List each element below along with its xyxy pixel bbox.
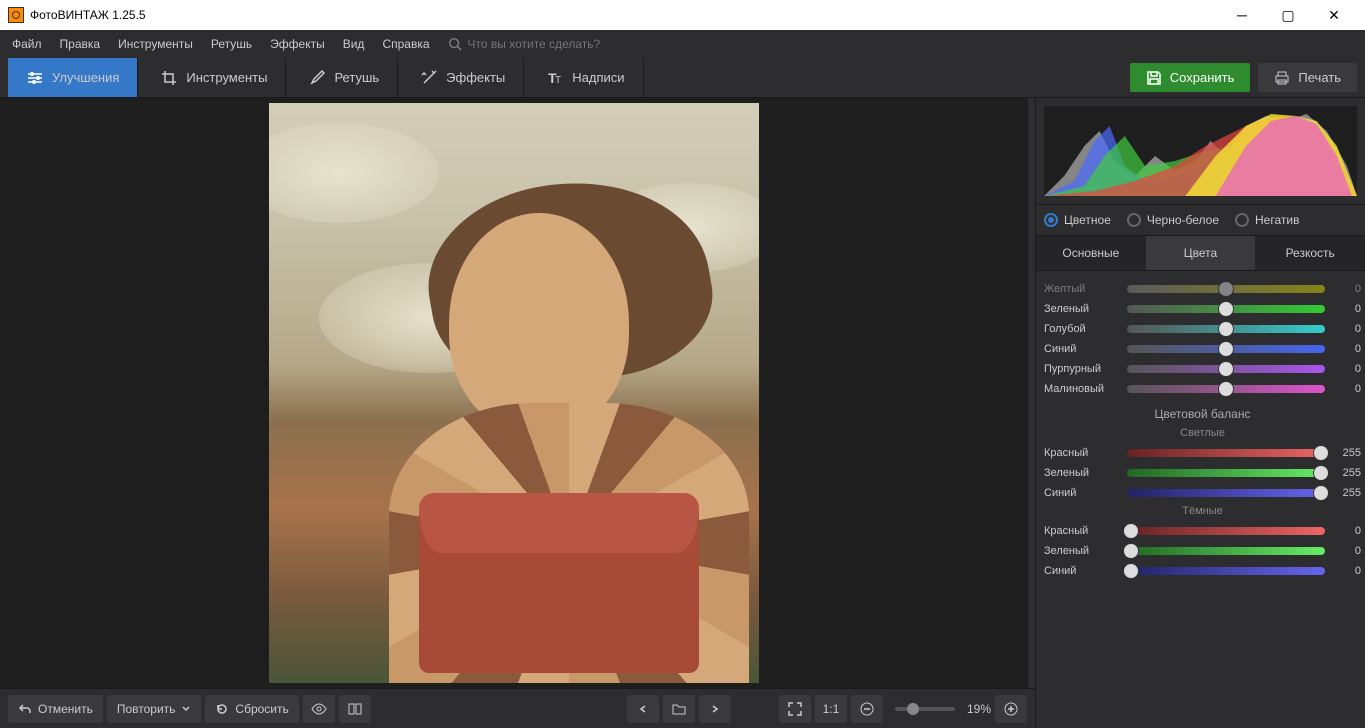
preview-toggle-button[interactable] (303, 695, 335, 723)
slider-highlights-red[interactable] (1127, 449, 1325, 457)
minimize-button[interactable]: ─ (1219, 0, 1265, 30)
slider-cyan[interactable] (1127, 325, 1325, 333)
save-button[interactable]: Сохранить (1130, 63, 1251, 92)
fit-screen-button[interactable] (779, 695, 811, 723)
sliders-container: Желтый0 Зеленый0 Голубой0 Синий0 Пурпурн… (1036, 271, 1365, 728)
search-icon (448, 37, 462, 51)
slider-shadows-red[interactable] (1127, 527, 1325, 535)
open-folder-button[interactable] (663, 695, 695, 723)
command-search-input[interactable] (468, 37, 668, 51)
chevron-right-icon (710, 704, 720, 714)
menubar: Файл Правка Инструменты Ретушь Эффекты В… (0, 30, 1365, 58)
slider-purple[interactable] (1127, 365, 1325, 373)
save-icon (1146, 70, 1162, 86)
eye-icon (311, 701, 327, 717)
menu-view[interactable]: Вид (335, 33, 373, 55)
compare-button[interactable] (339, 695, 371, 723)
app-title: ФотоВИНТАЖ 1.25.5 (30, 8, 146, 22)
color-mode-group: Цветное Черно-белое Негатив (1036, 204, 1365, 236)
crop-icon (160, 69, 178, 87)
wand-icon (420, 69, 438, 87)
print-icon (1274, 70, 1290, 86)
menu-edit[interactable]: Правка (52, 33, 109, 55)
svg-text:T: T (555, 75, 561, 86)
canvas-viewport[interactable] (0, 98, 1027, 688)
slider-highlights-green[interactable] (1127, 469, 1325, 477)
fit-icon (787, 701, 803, 717)
tab-effects[interactable]: Эффекты (402, 58, 524, 97)
tab-enhance[interactable]: Улучшения (8, 58, 138, 97)
subtab-colors[interactable]: Цвета (1146, 236, 1256, 270)
slider-yellow[interactable] (1127, 285, 1325, 293)
tab-text[interactable]: TT Надписи (528, 58, 643, 97)
main-tabbar: Улучшения Инструменты Ретушь Эффекты TT … (0, 58, 1365, 98)
slider-shadows-green[interactable] (1127, 547, 1325, 555)
tab-tools[interactable]: Инструменты (142, 58, 286, 97)
radio-bw[interactable]: Черно-белое (1127, 213, 1219, 227)
slider-highlights-blue[interactable] (1127, 489, 1325, 497)
next-image-button[interactable] (699, 695, 731, 723)
menu-file[interactable]: Файл (4, 33, 50, 55)
menu-help[interactable]: Справка (374, 33, 437, 55)
chevron-down-icon (181, 704, 191, 714)
print-button[interactable]: Печать (1258, 63, 1357, 92)
undo-icon (18, 702, 32, 716)
sliders-icon (26, 69, 44, 87)
folder-icon (671, 701, 687, 717)
subtab-basic[interactable]: Основные (1036, 236, 1146, 270)
redo-button[interactable]: Повторить (107, 695, 202, 723)
chevron-left-icon (638, 704, 648, 714)
zoom-in-button[interactable] (995, 695, 1027, 723)
tab-retouch[interactable]: Ретушь (290, 58, 398, 97)
maximize-button[interactable]: ▢ (1265, 0, 1311, 30)
zoom-value: 19% (967, 702, 991, 716)
prev-image-button[interactable] (627, 695, 659, 723)
slider-magenta[interactable] (1127, 385, 1325, 393)
section-shadows: Тёмные (1044, 503, 1361, 521)
histogram (1044, 106, 1357, 196)
slider-shadows-blue[interactable] (1127, 567, 1325, 575)
slider-blue[interactable] (1127, 345, 1325, 353)
zoom-slider[interactable] (895, 707, 955, 711)
radio-negative[interactable]: Негатив (1235, 213, 1299, 227)
minus-icon (860, 702, 874, 716)
brush-icon (308, 69, 326, 87)
actual-size-button[interactable]: 1:1 (815, 695, 847, 723)
reset-icon (215, 702, 229, 716)
titlebar: ФотоВИНТАЖ 1.25.5 ─ ▢ ✕ (0, 0, 1365, 30)
menu-tools[interactable]: Инструменты (110, 33, 201, 55)
undo-button[interactable]: Отменить (8, 695, 103, 723)
section-highlights: Светлые (1044, 425, 1361, 443)
subtab-sharpness[interactable]: Резкость (1255, 236, 1365, 270)
plus-icon (1004, 702, 1018, 716)
close-button[interactable]: ✕ (1311, 0, 1357, 30)
photo-preview (269, 103, 759, 683)
slider-green[interactable] (1127, 305, 1325, 313)
canvas-scrollbar[interactable] (1027, 98, 1035, 688)
menu-effects[interactable]: Эффекты (262, 33, 333, 55)
canvas-footer: Отменить Повторить Сбросить 1:1 19% (0, 688, 1035, 728)
section-color-balance: Цветовой баланс (1044, 399, 1361, 425)
split-icon (347, 701, 363, 717)
zoom-out-button[interactable] (851, 695, 883, 723)
app-icon (8, 7, 24, 23)
adjustments-panel: Цветное Черно-белое Негатив Основные Цве… (1035, 98, 1365, 728)
adjustment-sub-tabs: Основные Цвета Резкость (1036, 236, 1365, 271)
reset-button[interactable]: Сбросить (205, 695, 298, 723)
menu-retouch[interactable]: Ретушь (203, 33, 260, 55)
text-icon: TT (546, 69, 564, 87)
radio-color[interactable]: Цветное (1044, 213, 1111, 227)
